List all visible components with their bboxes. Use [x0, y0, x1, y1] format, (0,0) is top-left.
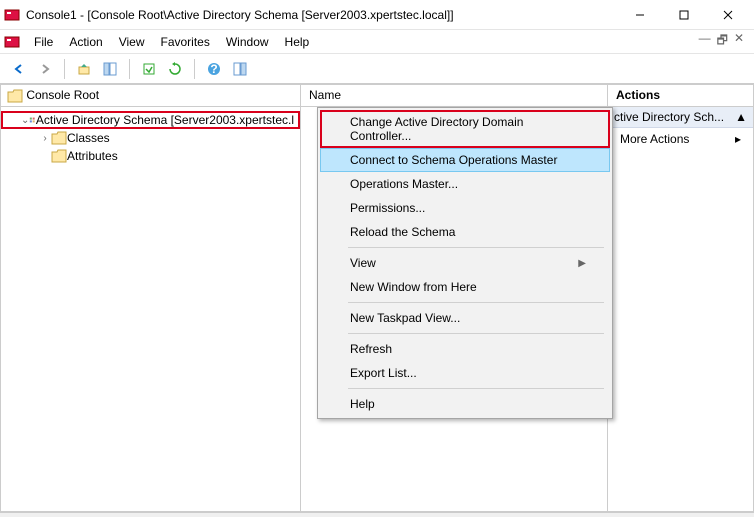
menu-operations-master-label: Operations Master...: [350, 177, 458, 191]
back-button[interactable]: [8, 58, 30, 80]
actions-pane: Actions ctive Directory Sch... ▲ More Ac…: [608, 85, 753, 511]
menu-new-window-label: New Window from Here: [350, 280, 477, 294]
list-body[interactable]: Change Active Directory Domain Controlle…: [301, 107, 607, 511]
menu-reload-schema[interactable]: Reload the Schema: [320, 220, 610, 244]
forward-button[interactable]: [34, 58, 56, 80]
menu-permissions-label: Permissions...: [350, 201, 425, 215]
svg-text:?: ?: [210, 62, 217, 76]
chevron-right-icon: ▸: [735, 132, 741, 146]
close-button[interactable]: [706, 1, 750, 29]
menu-new-taskpad-label: New Taskpad View...: [350, 311, 460, 325]
menu-operations-master[interactable]: Operations Master...: [320, 172, 610, 196]
menu-view[interactable]: View: [111, 33, 153, 51]
menu-export-list[interactable]: Export List...: [320, 361, 610, 385]
minimize-button[interactable]: [618, 1, 662, 29]
menu-refresh[interactable]: Refresh: [320, 337, 610, 361]
help-button[interactable]: ?: [203, 58, 225, 80]
list-pane: Name Change Active Directory Domain Cont…: [301, 85, 608, 511]
attributes-label: Attributes: [67, 149, 118, 163]
titlebar: Console1 - [Console Root\Active Director…: [0, 0, 754, 30]
menu-view-label: View: [350, 256, 376, 270]
actions-more-actions[interactable]: More Actions ▸: [608, 128, 753, 150]
menu-change-dc[interactable]: Change Active Directory Domain Controlle…: [320, 110, 610, 148]
folder-icon: [51, 131, 67, 145]
menu-help[interactable]: Help: [320, 392, 610, 416]
menubar: File Action View Favorites Window Help —…: [0, 30, 754, 54]
list-header-name[interactable]: Name: [301, 85, 607, 107]
collapse-icon[interactable]: ⌄: [21, 115, 29, 126]
show-hide-action-pane-button[interactable]: [229, 58, 251, 80]
menu-file[interactable]: File: [26, 33, 61, 51]
actions-context-heading[interactable]: ctive Directory Sch... ▲: [608, 107, 753, 128]
schema-node-label: Active Directory Schema [Server2003.xper…: [36, 113, 294, 127]
folder-icon: [7, 89, 23, 103]
menu-change-dc-label: Change Active Directory Domain Controlle…: [350, 115, 586, 143]
classes-label: Classes: [67, 131, 110, 145]
mdi-close-button[interactable]: ✕: [734, 31, 744, 52]
console-root-label: Console Root: [26, 88, 99, 102]
tree-node-classes[interactable]: › Classes: [1, 129, 300, 147]
menu-export-list-label: Export List...: [350, 366, 417, 380]
toolbar: ?: [0, 54, 754, 84]
menu-window[interactable]: Window: [218, 33, 277, 51]
tree-node-schema[interactable]: ⌄ Active Directory Schema [Server2003.xp…: [1, 111, 300, 129]
menu-action[interactable]: Action: [61, 33, 110, 51]
export-list-button[interactable]: [138, 58, 160, 80]
mmc-icon: [4, 7, 20, 23]
mdi-restore-button[interactable]: 🗗: [717, 31, 728, 52]
more-actions-label: More Actions: [620, 132, 689, 146]
menu-new-window[interactable]: New Window from Here: [320, 275, 610, 299]
folder-icon: [51, 149, 67, 163]
menu-help[interactable]: Help: [277, 33, 318, 51]
menu-help-label: Help: [350, 397, 375, 411]
up-button[interactable]: [73, 58, 95, 80]
menu-connect-schema-label: Connect to Schema Operations Master: [350, 153, 557, 167]
refresh-button[interactable]: [164, 58, 186, 80]
tree-node-attributes[interactable]: Attributes: [1, 147, 300, 165]
expand-icon[interactable]: ›: [39, 133, 51, 144]
mmc-doc-icon: [4, 34, 20, 50]
window-title: Console1 - [Console Root\Active Director…: [26, 8, 618, 22]
actions-context-label: ctive Directory Sch...: [614, 110, 724, 124]
maximize-button[interactable]: [662, 1, 706, 29]
menu-reload-schema-label: Reload the Schema: [350, 225, 455, 239]
workspace: Console Root ⌄ Active Directory Schema […: [0, 84, 754, 512]
menu-separator: [348, 247, 604, 248]
tree-header[interactable]: Console Root: [1, 85, 300, 107]
menu-favorites[interactable]: Favorites: [153, 33, 218, 51]
menu-separator: [348, 302, 604, 303]
context-menu: Change Active Directory Domain Controlle…: [317, 107, 613, 419]
tree-body[interactable]: ⌄ Active Directory Schema [Server2003.xp…: [1, 107, 300, 511]
menu-separator: [348, 333, 604, 334]
menu-permissions[interactable]: Permissions...: [320, 196, 610, 220]
menu-separator: [348, 388, 604, 389]
tree-pane: Console Root ⌄ Active Directory Schema […: [1, 85, 301, 511]
menu-connect-schema[interactable]: Connect to Schema Operations Master: [320, 148, 610, 172]
menu-new-taskpad[interactable]: New Taskpad View...: [320, 306, 610, 330]
menu-refresh-label: Refresh: [350, 342, 392, 356]
menu-view[interactable]: View ▶: [320, 251, 610, 275]
collapse-up-icon[interactable]: ▲: [735, 110, 747, 124]
chevron-right-icon: ▶: [578, 258, 586, 269]
show-hide-tree-button[interactable]: [99, 58, 121, 80]
actions-title: Actions: [608, 85, 753, 107]
mdi-minimize-button[interactable]: —: [699, 31, 711, 52]
statusbar: [0, 512, 754, 517]
